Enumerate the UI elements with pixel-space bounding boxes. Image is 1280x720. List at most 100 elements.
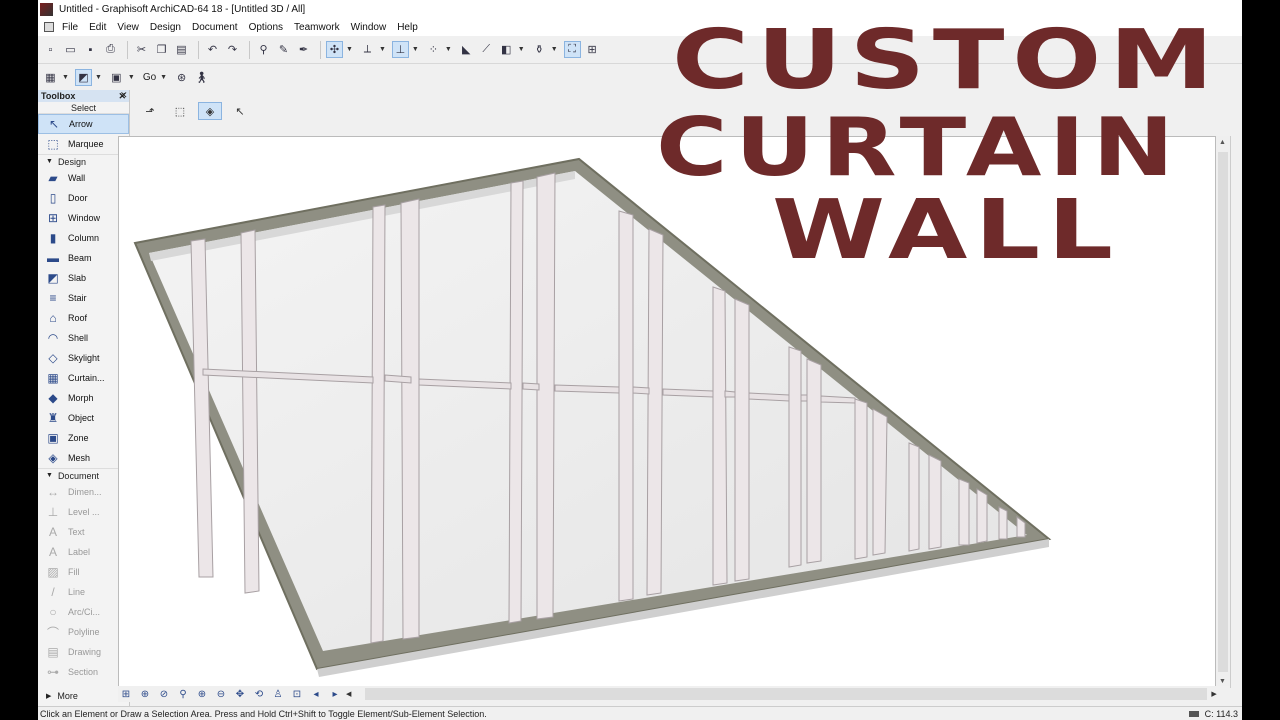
trace-icon[interactable]: ⊘ — [156, 687, 172, 701]
close-icon[interactable]: ✕ — [120, 90, 128, 101]
chevron-down-icon[interactable]: ▼ — [445, 46, 452, 53]
tool-beam[interactable]: ▬ Beam — [38, 248, 129, 268]
chevron-down-icon[interactable]: ▼ — [95, 74, 102, 81]
tool-marquee[interactable]: ⬚ Marquee — [38, 134, 129, 154]
menu-options[interactable]: Options — [249, 22, 283, 33]
tool-stair[interactable]: ≡ Stair — [38, 288, 129, 308]
redo-icon[interactable]: ↷ — [224, 41, 241, 58]
tool-polyline[interactable]: ⌒ Polyline — [38, 622, 129, 642]
tool-roof[interactable]: ⌂ Roof — [38, 308, 129, 328]
save-icon[interactable]: ▪ — [82, 41, 99, 58]
pan-icon[interactable]: ✥ — [232, 687, 248, 701]
chevron-down-icon[interactable]: ▼ — [379, 46, 386, 53]
print-icon[interactable]: ⎙ — [102, 41, 119, 58]
tool-morph[interactable]: ◆ Morph — [38, 388, 129, 408]
undo-icon[interactable]: ↶ — [204, 41, 221, 58]
menu-edit[interactable]: Edit — [89, 22, 106, 33]
orbit-icon[interactable]: ⊛ — [173, 69, 190, 86]
tool-line[interactable]: / Line — [38, 582, 129, 602]
menu-file[interactable]: File — [62, 22, 78, 33]
door-icon: ▯ — [49, 191, 57, 205]
table-icon[interactable]: ⊞ — [584, 41, 601, 58]
tool-curtain[interactable]: ▦ Curtain... — [38, 368, 129, 388]
gravity-icon[interactable]: ⊥ — [391, 41, 409, 58]
snap-guides-icon[interactable]: ✣ — [326, 41, 343, 58]
tool-window[interactable]: ⊞ Window — [38, 208, 129, 228]
menu-teamwork[interactable]: Teamwork — [294, 22, 340, 33]
section-view-icon[interactable]: ▣ — [108, 69, 125, 86]
menu-design[interactable]: Design — [150, 22, 181, 33]
chevron-down-icon[interactable]: ▼ — [518, 46, 525, 53]
layout-icon[interactable]: ⊞ — [118, 687, 134, 701]
find-icon[interactable]: ⚲ — [175, 687, 191, 701]
chevron-down-icon[interactable]: ▼ — [128, 74, 135, 81]
menu-view[interactable]: View — [117, 22, 139, 33]
orbit-nav-icon[interactable]: ⟲ — [251, 687, 267, 701]
walk-nav-icon[interactable]: ♙ — [270, 687, 286, 701]
marquee-area-icon[interactable]: ◈ — [198, 102, 222, 120]
menu-window[interactable]: Window — [351, 22, 387, 33]
3d-view-icon[interactable]: ◩ — [74, 69, 92, 86]
tool-arc-ci[interactable]: ○ Arc/Ci... — [38, 602, 129, 622]
mark-icon[interactable]: ⚱ — [531, 41, 548, 58]
scroll-right-icon[interactable]: ▶ — [1211, 690, 1216, 698]
tool-text[interactable]: A Text — [38, 522, 129, 542]
more-tools-toggle[interactable]: ▶ More — [38, 686, 130, 706]
marquee-shape-icon[interactable]: ⬚ — [168, 102, 192, 120]
floor-plan-view-icon[interactable]: ▦ — [42, 69, 59, 86]
grid-snap-icon[interactable]: ⁘ — [425, 41, 442, 58]
cut-icon[interactable]: ✂ — [133, 41, 150, 58]
tool-skylight[interactable]: ◇ Skylight — [38, 348, 129, 368]
tool-column[interactable]: ▮ Column — [38, 228, 129, 248]
tool-fill[interactable]: ▨ Fill — [38, 562, 129, 582]
zoom-window-icon[interactable]: ⊕ — [137, 687, 153, 701]
scroll-down-icon[interactable]: ▼ — [1219, 678, 1226, 685]
tool-wall[interactable]: ▰ Wall — [38, 168, 129, 188]
tool-shell[interactable]: ◠ Shell — [38, 328, 129, 348]
document-group-header[interactable]: ▼ Document — [38, 468, 129, 482]
walk-icon[interactable]: 🚶︎ — [193, 69, 210, 86]
chevron-down-icon[interactable]: ▼ — [62, 74, 69, 81]
guide-lines-icon[interactable]: ⟂ — [359, 41, 376, 58]
chevron-down-icon[interactable]: ▼ — [160, 74, 167, 81]
layer-icon[interactable]: ◧ — [498, 41, 515, 58]
chevron-down-icon[interactable]: ▼ — [551, 46, 558, 53]
tool-label[interactable]: A Label — [38, 542, 129, 562]
eyedropper-icon[interactable]: ✎ — [275, 41, 292, 58]
scroll-left-icon[interactable]: ◀ — [346, 690, 351, 698]
open-folder-icon[interactable]: ▭ — [62, 41, 79, 58]
arrow-pointer-icon[interactable]: ↖ — [228, 102, 252, 120]
previous-zoom-icon[interactable]: ◂ — [308, 687, 324, 701]
tool-door[interactable]: ▯ Door — [38, 188, 129, 208]
horizontal-scrollbar[interactable] — [365, 688, 1208, 700]
chevron-down-icon[interactable]: ▼ — [412, 46, 419, 53]
zoom-in-icon[interactable]: ⊕ — [194, 687, 210, 701]
zoom-out-icon[interactable]: ⊖ — [213, 687, 229, 701]
copy-icon[interactable]: ❐ — [153, 41, 170, 58]
cursor-snap-icon[interactable]: ⟋ — [478, 41, 495, 58]
tool-drawing[interactable]: ▤ Drawing — [38, 642, 129, 662]
document-menu-icon[interactable] — [44, 22, 54, 32]
fit-in-window-icon[interactable]: ⊡ — [289, 687, 305, 701]
new-file-icon[interactable]: ▫ — [42, 41, 59, 58]
menu-help[interactable]: Help — [397, 22, 418, 33]
find-select-icon[interactable]: ⚲ — [255, 41, 272, 58]
suspend-groups-icon[interactable]: ⛶ — [563, 41, 581, 58]
design-group-header[interactable]: ▼ Design — [38, 154, 129, 168]
tool-zone[interactable]: ▣ Zone — [38, 428, 129, 448]
tool-level[interactable]: ⊥ Level ... — [38, 502, 129, 522]
select-mode-icon[interactable]: ⬏ — [138, 102, 162, 120]
syringe-icon[interactable]: ✒ — [295, 41, 312, 58]
chevron-down-icon[interactable]: ▼ — [346, 46, 353, 53]
tool-object[interactable]: ♜ Object — [38, 408, 129, 428]
tool-section[interactable]: ⊶ Section — [38, 662, 129, 682]
tool-arrow[interactable]: ↖ Arrow — [38, 114, 129, 134]
tool-slab[interactable]: ◩ Slab — [38, 268, 129, 288]
go-menu[interactable]: Go — [143, 72, 156, 83]
pointer-tool-icon[interactable]: ◣ — [458, 41, 475, 58]
tool-dimen[interactable]: ↔ Dimen... — [38, 482, 129, 502]
next-zoom-icon[interactable]: ▸ — [327, 687, 343, 701]
menu-document[interactable]: Document — [192, 22, 238, 33]
paste-icon[interactable]: ▤ — [173, 41, 190, 58]
tool-mesh[interactable]: ◈ Mesh — [38, 448, 129, 468]
